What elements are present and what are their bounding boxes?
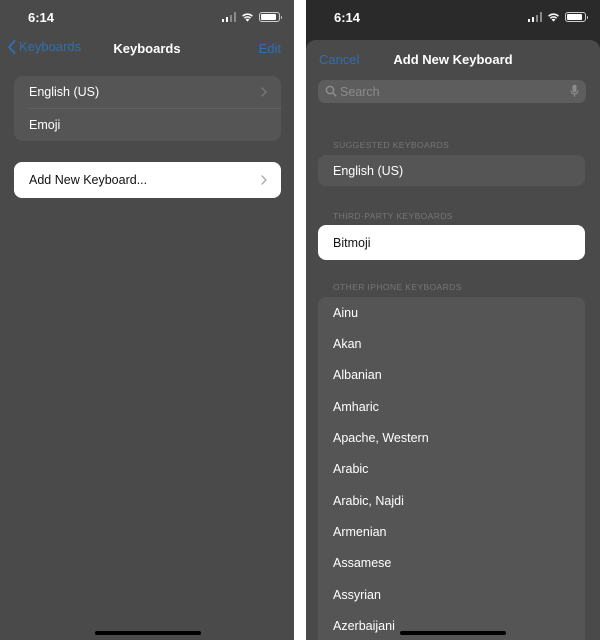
status-time: 6:14	[28, 10, 55, 25]
keyboard-option[interactable]: Amharic	[318, 391, 585, 422]
section-header-third-party: THIRD-PARTY KEYBOARDS	[333, 211, 453, 221]
section-header-suggested: SUGGESTED KEYBOARDS	[333, 140, 450, 150]
keyboard-option[interactable]: Akan	[318, 328, 585, 359]
keyboard-row-english[interactable]: English (US)	[14, 76, 281, 108]
keyboard-option[interactable]: Albanian	[318, 360, 585, 391]
search-bar[interactable]	[318, 80, 586, 103]
status-bar: 6:14	[0, 0, 294, 34]
sheet-title: Add New Keyboard	[393, 52, 513, 67]
keyboard-option-label: Albanian	[333, 368, 382, 383]
battery-level	[261, 14, 277, 20]
section-header-other: OTHER IPHONE KEYBOARDS	[333, 282, 462, 292]
microphone-icon[interactable]	[570, 84, 579, 98]
chevron-right-icon	[261, 175, 267, 185]
home-indicator[interactable]	[95, 631, 201, 635]
battery-icon	[259, 12, 282, 22]
keyboard-option[interactable]: Apache, Western	[318, 422, 585, 453]
keyboard-option[interactable]: Assyrian	[318, 579, 585, 610]
status-time: 6:14	[334, 10, 361, 25]
keyboard-option[interactable]: Ainu	[318, 297, 585, 328]
edit-button[interactable]: Edit	[259, 41, 281, 56]
search-input[interactable]	[340, 83, 560, 100]
add-new-keyboard-button[interactable]: Add New Keyboard...	[14, 162, 281, 198]
keyboard-option-english-us[interactable]: English (US)	[318, 155, 585, 186]
page-title: Keyboards	[113, 41, 181, 56]
wifi-icon	[548, 13, 559, 22]
add-new-keyboard-label: Add New Keyboard...	[29, 173, 148, 187]
keyboard-row-emoji[interactable]: Emoji	[14, 109, 281, 141]
suggested-keyboards-list: English (US)	[318, 155, 585, 186]
installed-keyboards-list: English (US) Emoji	[14, 76, 281, 141]
keyboard-option[interactable]: Azerbaijani	[318, 610, 585, 640]
battery-level	[567, 14, 583, 20]
wifi-icon	[242, 13, 253, 22]
add-new-keyboard-screen: 6:14 Cancel Add New Keyboard Search SUGG…	[306, 0, 600, 640]
keyboard-option-label: Assamese	[333, 556, 392, 571]
keyboard-option-label: Arabic	[333, 462, 369, 477]
search-icon	[325, 85, 337, 97]
status-icons	[221, 11, 282, 23]
cellular-signal-icon	[221, 12, 236, 22]
keyboard-option[interactable]: Arabic, Najdi	[318, 485, 585, 516]
status-icons	[527, 11, 588, 23]
keyboard-option-label: Amharic	[333, 399, 379, 414]
keyboard-option-label: Assyrian	[333, 587, 381, 602]
home-indicator[interactable]	[400, 631, 506, 635]
keyboard-option-label: Azerbaijani	[333, 619, 395, 634]
keyboard-option-label: Armenian	[333, 525, 387, 540]
keyboard-option-label: Bitmoji	[333, 235, 371, 250]
status-bar: 6:14	[306, 0, 600, 34]
keyboards-settings-screen: 6:14 Keyboards Keyboards Edit English (U…	[0, 0, 294, 640]
add-keyboard-sheet: Cancel Add New Keyboard SUGGESTED KEYBOA…	[306, 40, 600, 640]
navigation-bar: Keyboards Keyboards Edit	[0, 34, 294, 62]
keyboard-option[interactable]: Arabic	[318, 454, 585, 485]
keyboard-option-label: English (US)	[333, 163, 404, 178]
cellular-signal-icon	[527, 12, 542, 22]
battery-icon	[565, 12, 588, 22]
keyboard-option-bitmoji[interactable]: Bitmoji	[318, 225, 585, 260]
keyboard-option[interactable]: Armenian	[318, 516, 585, 547]
chevron-right-icon	[261, 87, 267, 97]
other-keyboards-list: Ainu Akan Albanian Amharic Apache, Weste…	[318, 297, 585, 640]
keyboard-option-label: Apache, Western	[333, 431, 429, 446]
keyboard-label: English (US)	[29, 85, 100, 99]
keyboard-option[interactable]: Assamese	[318, 548, 585, 579]
keyboard-option-label: Ainu	[333, 305, 359, 320]
keyboard-label: Emoji	[29, 118, 61, 132]
keyboard-option-label: Akan	[333, 337, 362, 352]
keyboard-option-label: Arabic, Najdi	[333, 493, 404, 508]
